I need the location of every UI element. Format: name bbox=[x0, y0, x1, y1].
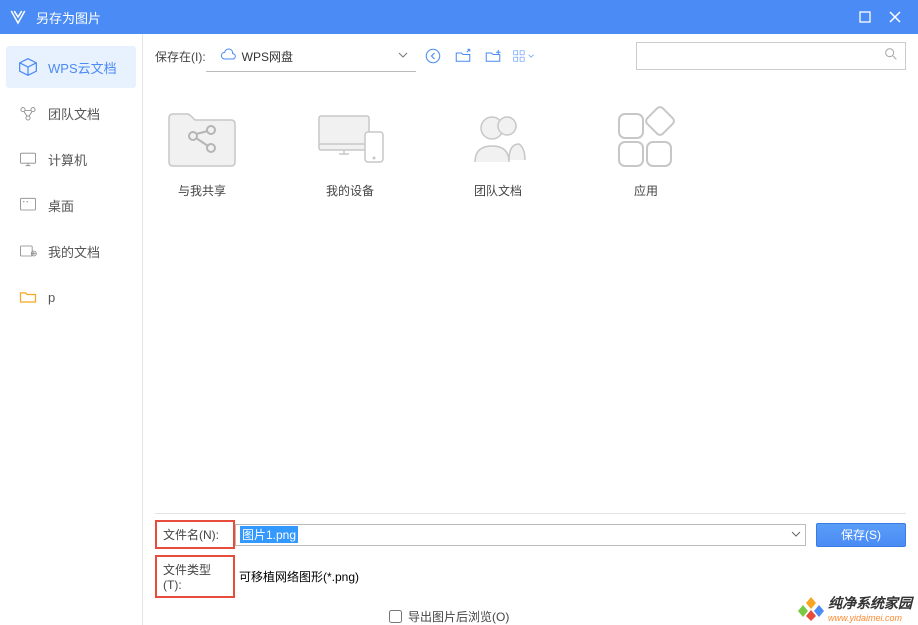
folder-icon bbox=[18, 287, 38, 307]
devices-icon bbox=[311, 106, 389, 168]
filetype-input[interactable]: 可移植网络图形(*.png) bbox=[235, 566, 806, 588]
save-button[interactable]: 保存(S) bbox=[816, 523, 906, 547]
sidebar-item-wps-cloud[interactable]: WPS云文档 bbox=[6, 46, 136, 88]
search-icon bbox=[883, 46, 899, 67]
location-value: WPS网盘 bbox=[242, 48, 293, 65]
close-button[interactable] bbox=[880, 3, 910, 31]
sidebar-item-label: p bbox=[48, 290, 55, 305]
browse-after-export-checkbox[interactable] bbox=[389, 610, 402, 623]
save-in-label: 保存在(I): bbox=[155, 48, 206, 65]
chevron-down-icon[interactable] bbox=[791, 528, 801, 542]
folder-label: 我的设备 bbox=[326, 182, 374, 199]
toolbar: 保存在(I): WPS网盘 bbox=[143, 34, 918, 78]
cube-icon bbox=[18, 57, 38, 77]
filename-value: 图片1.png bbox=[240, 526, 298, 543]
folder-grid: 与我共享 我的设备 团队文档 应用 bbox=[143, 78, 918, 513]
team-icon bbox=[459, 106, 537, 168]
folder-label: 与我共享 bbox=[178, 182, 226, 199]
computer-icon bbox=[18, 149, 38, 169]
main-area: WPS云文档 团队文档 计算机 桌面 我的文档 bbox=[0, 34, 918, 625]
sidebar-item-label: WPS云文档 bbox=[48, 58, 117, 77]
filename-row: 文件名(N): 图片1.png 保存(S) bbox=[143, 520, 918, 549]
location-dropdown[interactable]: WPS网盘 bbox=[214, 43, 414, 70]
folder-shared-with-me[interactable]: 与我共享 bbox=[163, 106, 241, 199]
up-folder-button[interactable] bbox=[452, 45, 474, 67]
window-title: 另存为图片 bbox=[36, 8, 850, 27]
watermark-url: www.yidaimei.com bbox=[828, 613, 912, 623]
sidebar-item-label: 我的文档 bbox=[48, 242, 100, 261]
sidebar-item-folder-p[interactable]: p bbox=[6, 276, 136, 318]
folder-my-devices[interactable]: 我的设备 bbox=[311, 106, 389, 199]
maximize-button[interactable] bbox=[850, 3, 880, 31]
view-mode-button[interactable] bbox=[512, 45, 534, 67]
filename-label: 文件名(N): bbox=[155, 520, 235, 549]
folder-label: 团队文档 bbox=[474, 182, 522, 199]
apps-icon bbox=[607, 106, 685, 168]
sidebar-item-mydocs[interactable]: 我的文档 bbox=[6, 230, 136, 272]
sidebar-item-team-docs[interactable]: 团队文档 bbox=[6, 92, 136, 134]
sidebar-item-computer[interactable]: 计算机 bbox=[6, 138, 136, 180]
team-share-icon bbox=[18, 103, 38, 123]
watermark: 纯净系统家园 www.yidaimei.com bbox=[798, 593, 912, 623]
back-button[interactable] bbox=[422, 45, 444, 67]
filetype-label: 文件类型(T): bbox=[155, 555, 235, 598]
filetype-row: 文件类型(T): 可移植网络图形(*.png) 取消 bbox=[143, 555, 918, 598]
new-folder-button[interactable] bbox=[482, 45, 504, 67]
chevron-down-icon bbox=[398, 49, 408, 63]
folder-label: 应用 bbox=[634, 182, 658, 199]
title-bar: 另存为图片 bbox=[0, 0, 918, 34]
cloud-icon bbox=[220, 47, 236, 66]
filename-input[interactable]: 图片1.png bbox=[235, 524, 806, 546]
sidebar-item-label: 计算机 bbox=[48, 150, 87, 169]
search-input[interactable] bbox=[643, 49, 883, 63]
mydocs-icon bbox=[18, 241, 38, 261]
watermark-icon bbox=[798, 595, 824, 621]
sidebar: WPS云文档 团队文档 计算机 桌面 我的文档 bbox=[0, 34, 143, 625]
folder-apps[interactable]: 应用 bbox=[607, 106, 685, 199]
sidebar-item-label: 团队文档 bbox=[48, 104, 100, 123]
search-box[interactable] bbox=[636, 42, 906, 70]
browse-after-export-label: 导出图片后浏览(O) bbox=[408, 608, 509, 625]
app-logo-icon bbox=[8, 7, 28, 27]
sidebar-item-desktop[interactable]: 桌面 bbox=[6, 184, 136, 226]
sidebar-item-label: 桌面 bbox=[48, 196, 74, 215]
desktop-icon bbox=[18, 195, 38, 215]
watermark-title: 纯净系统家园 bbox=[828, 593, 912, 613]
share-folder-icon bbox=[163, 106, 241, 168]
content-area: 保存在(I): WPS网盘 bbox=[143, 34, 918, 625]
folder-team-docs[interactable]: 团队文档 bbox=[459, 106, 537, 199]
filetype-value: 可移植网络图形(*.png) bbox=[239, 568, 359, 585]
